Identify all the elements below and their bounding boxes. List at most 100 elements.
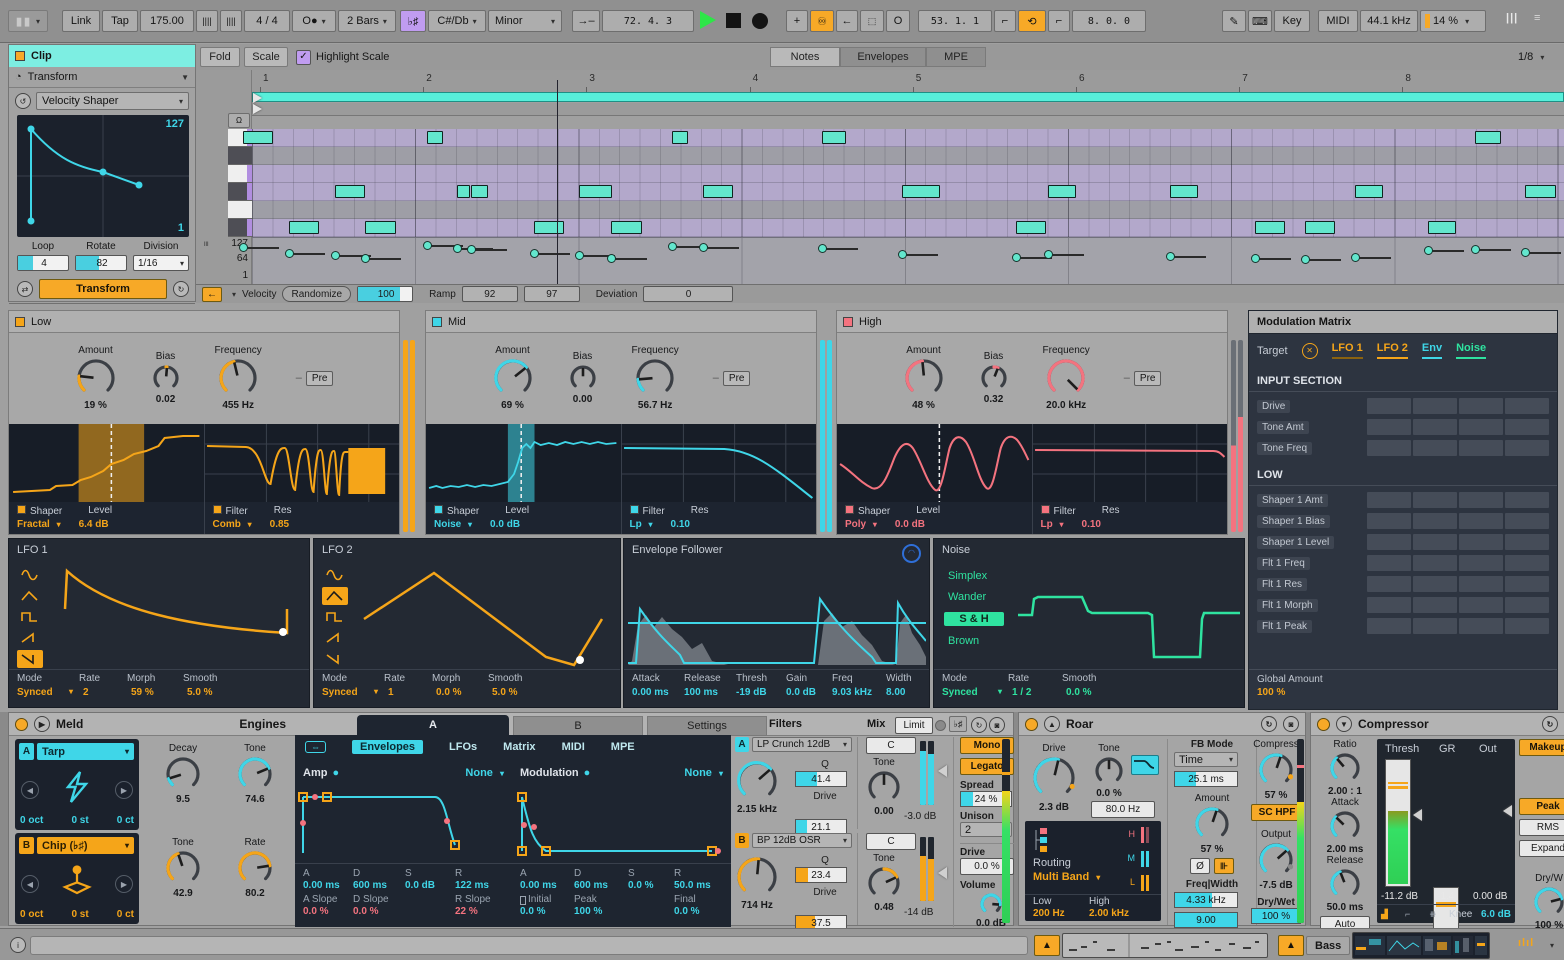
- matrix-cell[interactable]: [1505, 597, 1549, 613]
- velocity-shaper-graph[interactable]: 127 1: [17, 115, 189, 237]
- velocity-point[interactable]: [575, 251, 584, 260]
- matrix-cell[interactable]: [1413, 555, 1457, 571]
- fb-phase-invert-button[interactable]: Ø: [1190, 858, 1210, 874]
- lfo-wave-icon[interactable]: [17, 629, 43, 647]
- clip-loop-bar[interactable]: [252, 92, 1564, 102]
- matrix-cell[interactable]: [1505, 419, 1549, 435]
- tab-notes[interactable]: Notes: [770, 47, 840, 67]
- rotate-value-field[interactable]: 82: [75, 255, 127, 271]
- mixer-view-icon[interactable]: |||: [1506, 12, 1518, 24]
- low-filter-type[interactable]: Comb ▾: [213, 519, 252, 530]
- meld-tab-b[interactable]: B: [513, 716, 643, 736]
- mid-shaper-level[interactable]: 0.0 dB: [490, 519, 520, 530]
- velocity-point[interactable]: [818, 244, 827, 253]
- midi-note[interactable]: [1525, 185, 1556, 198]
- mod-attack[interactable]: 0.00 ms: [520, 880, 574, 891]
- high-filter-activator[interactable]: [1041, 505, 1050, 514]
- velocity-point[interactable]: [530, 249, 539, 258]
- meld-activator[interactable]: [15, 718, 28, 731]
- global-amount-value[interactable]: 100 %: [1257, 687, 1549, 698]
- midi-note[interactable]: [1475, 131, 1501, 144]
- fb-amount-knob[interactable]: Amount57 %: [1174, 793, 1250, 855]
- velocity-point[interactable]: [1251, 254, 1260, 263]
- tab-envelopes[interactable]: Envelopes: [840, 47, 926, 67]
- mid-bias-knob[interactable]: Bias0.00: [568, 351, 598, 405]
- tool-refresh-icon[interactable]: ↺: [15, 93, 31, 109]
- envf-release[interactable]: 100 ms: [684, 687, 736, 698]
- matrix-tab-env[interactable]: Env: [1422, 342, 1442, 359]
- engine-b-next-icon[interactable]: ▶: [115, 875, 133, 893]
- matrix-row-label[interactable]: Tone Freq: [1257, 442, 1312, 455]
- midi-note[interactable]: [579, 185, 612, 198]
- matrix-cell[interactable]: [1505, 618, 1549, 634]
- velocity-lane-icon[interactable]: ᴵᴵᴵ: [204, 240, 209, 250]
- velocity-point[interactable]: [898, 250, 907, 259]
- follow-button[interactable]: →‒: [572, 10, 600, 32]
- midi-note[interactable]: [1048, 185, 1076, 198]
- velocity-point[interactable]: [1424, 246, 1433, 255]
- engine-b-oct[interactable]: 0 oct: [20, 909, 43, 920]
- mid-filter-type[interactable]: Lp ▾: [630, 519, 653, 530]
- velocity-point[interactable]: [1521, 248, 1530, 257]
- thresh-handle[interactable]: [1413, 809, 1422, 821]
- note-grid-row[interactable]: [252, 219, 1564, 237]
- volume-knob[interactable]: 0.0 dB: [960, 891, 1022, 929]
- matrix-cell[interactable]: [1459, 513, 1503, 529]
- filter-a-q-field[interactable]: 41.4: [795, 771, 847, 787]
- filter-b-type-selector[interactable]: BP 12dB OSR▾: [752, 833, 852, 848]
- subtab-midi[interactable]: MIDI: [562, 741, 585, 753]
- velocity-point[interactable]: [668, 242, 677, 251]
- velocity-point[interactable]: [1351, 253, 1360, 262]
- mix-a-gain-handle[interactable]: [938, 765, 947, 777]
- engine-a-decay-knob[interactable]: Decay9.5: [164, 743, 202, 805]
- matrix-row-label[interactable]: Flt 1 Res: [1257, 578, 1307, 591]
- midi-note[interactable]: [1170, 185, 1198, 198]
- cpu-meter[interactable]: 14 %▾: [1420, 10, 1486, 32]
- high-filter-type[interactable]: Lp ▾: [1041, 519, 1064, 530]
- xover-high-value[interactable]: 2.00 kHz: [1089, 908, 1129, 919]
- device-chain-toggle[interactable]: ▲: [1278, 935, 1304, 956]
- engine-b-tone-knob[interactable]: Tone42.9: [164, 837, 202, 899]
- mix-b-tone-knob[interactable]: Tone0.48: [866, 853, 902, 913]
- view-activity-icon[interactable]: ▟: [1381, 909, 1388, 920]
- midi-note[interactable]: [1255, 221, 1285, 234]
- makeup-button[interactable]: Makeup: [1519, 739, 1564, 756]
- meld-unfold-icon[interactable]: ▶: [34, 716, 50, 732]
- peak-button[interactable]: Peak: [1519, 798, 1564, 815]
- matrix-cell[interactable]: [1459, 555, 1503, 571]
- fb-width-field[interactable]: 9.00: [1174, 912, 1238, 928]
- envf-graph[interactable]: [628, 565, 926, 669]
- velocity-point[interactable]: [1166, 252, 1175, 261]
- high-pre-button[interactable]: Pre: [1134, 371, 1162, 386]
- highlight-mode-button[interactable]: O: [886, 10, 910, 32]
- engine-b-st[interactable]: 0 st: [71, 909, 88, 920]
- loop-value-field[interactable]: 4: [17, 255, 69, 271]
- routing-mode-selector[interactable]: Multi Band ▾: [1033, 871, 1100, 883]
- matrix-tab-lfo2[interactable]: LFO 2: [1377, 342, 1408, 359]
- attack-knob[interactable]: Attack2.00 ms: [1317, 797, 1373, 855]
- matrix-cell[interactable]: [1505, 398, 1549, 414]
- matrix-cell[interactable]: [1367, 576, 1411, 592]
- high-filter-res[interactable]: 0.10: [1082, 519, 1101, 530]
- limit-button[interactable]: Limit: [895, 717, 933, 734]
- low-filter-activator[interactable]: [213, 505, 222, 514]
- mod-peak[interactable]: 100 %: [574, 906, 628, 917]
- mix-b-center-button[interactable]: C: [866, 833, 916, 850]
- stop-button[interactable]: [726, 13, 741, 28]
- envf-gain[interactable]: 0.0 dB: [786, 687, 832, 698]
- midi-map-button[interactable]: MIDI: [1318, 10, 1358, 32]
- filter-a-type-selector[interactable]: LP Crunch 12dB▾: [752, 737, 852, 752]
- piano-key[interactable]: [228, 219, 252, 237]
- matrix-cell[interactable]: [1413, 534, 1457, 550]
- note-grid-row[interactable]: [252, 147, 1564, 165]
- view-sidechain-icon[interactable]: ⧻: [1429, 909, 1437, 920]
- note-grid-row[interactable]: [252, 165, 1564, 183]
- loop-start-marker-icon[interactable]: [253, 93, 262, 103]
- matrix-row-label[interactable]: Shaper 1 Level: [1257, 536, 1334, 549]
- high-amount-knob[interactable]: Amount48 %: [903, 345, 945, 411]
- high-shaper-type[interactable]: Poly ▾: [845, 519, 877, 530]
- roar-fold-icon[interactable]: ▲: [1044, 716, 1060, 732]
- amp-sustain[interactable]: 0.0 dB: [405, 880, 455, 891]
- velocity-point[interactable]: [239, 243, 248, 252]
- roar-output-knob[interactable]: Output-7.5 dB: [1251, 829, 1301, 891]
